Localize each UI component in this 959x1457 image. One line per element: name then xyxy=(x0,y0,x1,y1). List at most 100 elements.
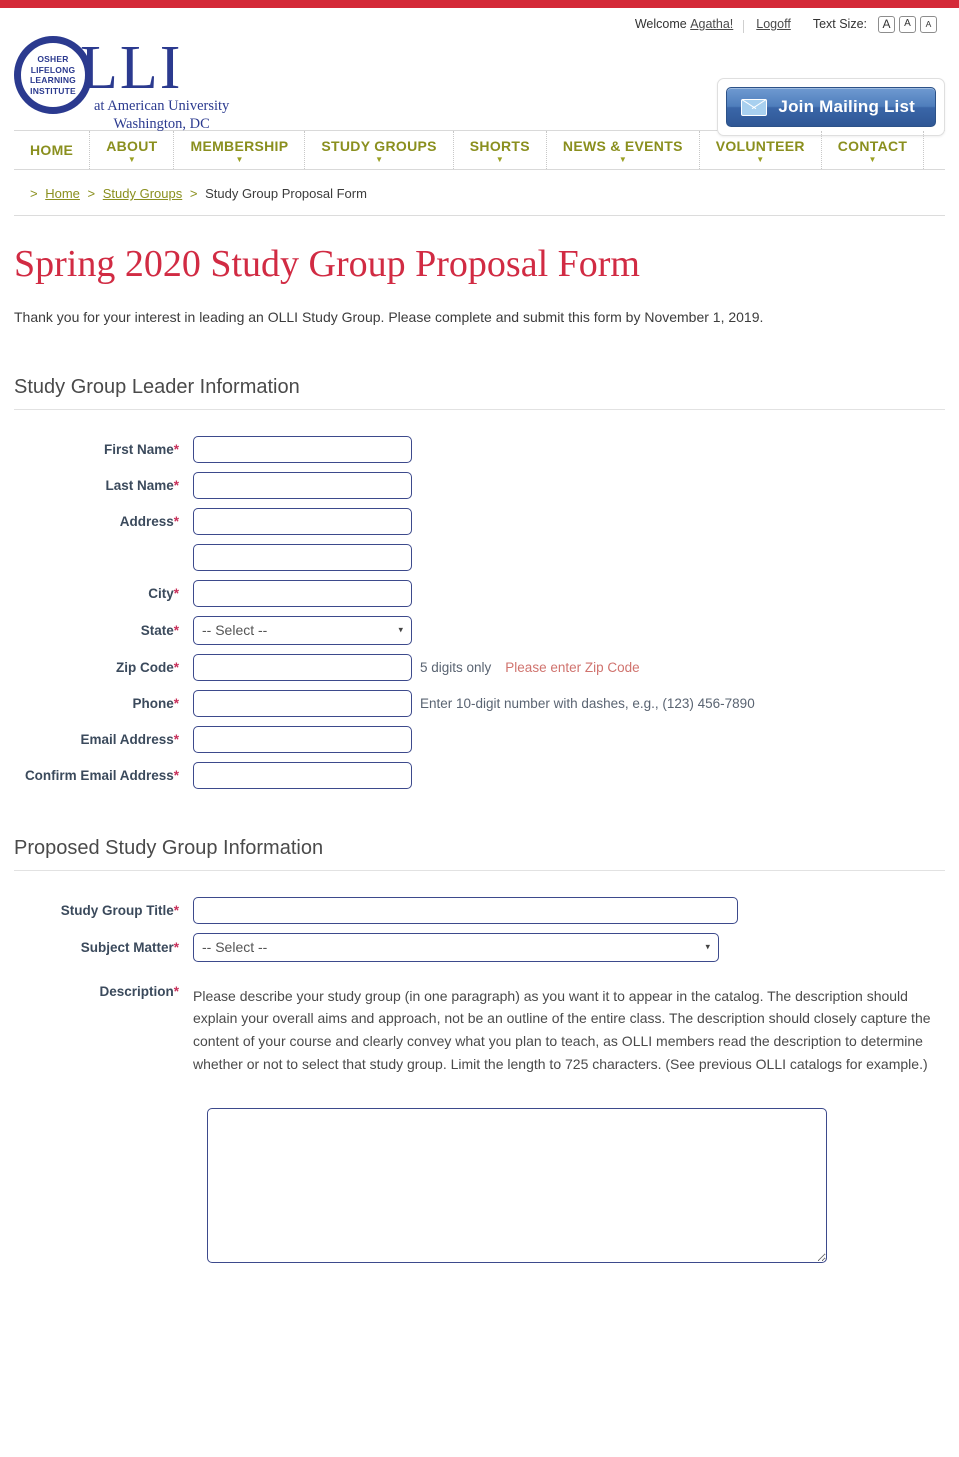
form-row-description: Description* Please describe your study … xyxy=(14,984,945,1076)
nav-item-home[interactable]: HOME xyxy=(14,131,91,169)
leader-information-form: First Name* Last Name* Address* City* St… xyxy=(14,435,945,789)
form-row-zip-code: Zip Code* 5 digits only Please enter Zip… xyxy=(14,653,945,681)
zip-code-input[interactable] xyxy=(193,653,412,681)
phone-input[interactable] xyxy=(193,689,412,717)
address-line1-input[interactable] xyxy=(193,507,412,535)
phone-field-wrap: Enter 10-digit number with dashes, e.g.,… xyxy=(193,689,755,717)
olli-logo[interactable]: OSHER LIFELONG LEARNING INSTITUTE LLI at… xyxy=(14,36,229,132)
breadcrumb-link-study-groups[interactable]: Study Groups xyxy=(103,186,183,201)
city-field-wrap xyxy=(193,579,412,607)
breadcrumb-link-home[interactable]: Home xyxy=(45,186,80,201)
nav-item-membership[interactable]: MEMBERSHIP ▼ xyxy=(174,131,306,169)
required-marker: * xyxy=(173,659,179,675)
logo-wordmark: LLI xyxy=(80,34,183,102)
envelope-icon xyxy=(741,98,768,116)
nav-item-study-groups[interactable]: STUDY GROUPS ▼ xyxy=(305,131,454,169)
text-size-small-button[interactable]: A xyxy=(920,15,937,33)
description-textarea[interactable] xyxy=(207,1108,827,1264)
utility-strip: Welcome Agatha! Logoff Text Size: A A A xyxy=(0,8,959,36)
page-intro-text: Thank you for your interest in leading a… xyxy=(14,309,764,325)
nav-item-shorts[interactable]: SHORTS ▼ xyxy=(454,131,547,169)
address-line1-field-wrap xyxy=(193,507,412,535)
nav-item-volunteer[interactable]: VOLUNTEER ▼ xyxy=(700,131,822,169)
email-address-input[interactable] xyxy=(193,725,412,753)
form-row-study-group-title: Study Group Title* xyxy=(14,896,945,924)
label-text: City xyxy=(148,585,174,601)
form-row-email-address: Email Address* xyxy=(14,725,945,753)
nav-item-news-and-events[interactable]: NEWS & EVENTS ▼ xyxy=(547,131,700,169)
label-text: Study Group Title xyxy=(60,902,174,918)
breadcrumb-current: Study Group Proposal Form xyxy=(205,186,367,201)
study-group-title-label: Study Group Title* xyxy=(14,903,193,918)
label-text: Email Address xyxy=(80,731,174,747)
required-marker: * xyxy=(173,585,179,601)
nav-item-about[interactable]: ABOUT ▼ xyxy=(90,131,175,169)
breadcrumb: > Home > Study Groups > Study Group Prop… xyxy=(14,170,945,216)
confirm-email-address-label: Confirm Email Address* xyxy=(14,768,193,783)
nav-label: NEWS & EVENTS xyxy=(562,137,683,154)
section-heading-proposed-study-group: Proposed Study Group Information xyxy=(14,837,945,871)
nav-label: VOLUNTEER xyxy=(715,137,805,154)
email-address-label: Email Address* xyxy=(14,732,193,747)
chevron-down-icon: ▼ xyxy=(235,154,244,164)
form-row-state: State* -- Select -- ▾ xyxy=(14,615,945,645)
nav-label: CONTACT xyxy=(837,137,908,154)
city-label: City* xyxy=(14,586,193,601)
form-row-subject-matter: Subject Matter* -- Select -- ▾ xyxy=(14,932,945,962)
utility-divider xyxy=(743,19,745,33)
zip-code-hint: 5 digits only xyxy=(420,659,492,675)
nav-label: ABOUT xyxy=(106,137,158,154)
logoff-link[interactable]: Logoff xyxy=(756,17,791,31)
confirm-email-address-input[interactable] xyxy=(193,761,412,789)
state-field-wrap: -- Select -- ▾ xyxy=(193,615,412,645)
join-mailing-list-button[interactable]: Join Mailing List xyxy=(726,87,936,127)
nav-item-contact[interactable]: CONTACT ▼ xyxy=(822,131,925,169)
nav-label: MEMBERSHIP xyxy=(190,137,289,154)
state-select[interactable]: -- Select -- xyxy=(193,615,412,645)
first-name-input[interactable] xyxy=(193,435,412,463)
email-address-field-wrap xyxy=(193,725,412,753)
zip-code-field-wrap: 5 digits only Please enter Zip Code xyxy=(193,653,640,681)
required-marker: * xyxy=(173,731,179,747)
city-input[interactable] xyxy=(193,579,412,607)
welcome-text: Welcome xyxy=(634,17,687,31)
chevron-down-icon: ▼ xyxy=(868,154,877,164)
chevron-down-icon: ▼ xyxy=(375,154,384,164)
phone-label: Phone* xyxy=(14,696,193,711)
label-text: Last Name xyxy=(105,477,174,493)
logo-affiliation-line2: Washington, DC xyxy=(113,116,210,132)
breadcrumb-separator: > xyxy=(87,186,96,201)
form-row-address-line1: Address* xyxy=(14,507,945,535)
required-marker: * xyxy=(173,513,179,529)
subject-matter-select-wrap: -- Select -- ▾ xyxy=(193,932,719,962)
form-row-address-line2 xyxy=(14,543,945,571)
last-name-input[interactable] xyxy=(193,471,412,499)
top-accent-bar xyxy=(0,0,959,8)
logo-wordmark-block: LLI at American University Washington, D… xyxy=(80,36,229,132)
nav-label: STUDY GROUPS xyxy=(321,137,437,154)
text-size-large-button[interactable]: A xyxy=(878,15,895,33)
text-size-medium-button[interactable]: A xyxy=(899,15,916,33)
form-row-first-name: First Name* xyxy=(14,435,945,463)
study-group-title-input[interactable] xyxy=(193,896,738,924)
form-row-confirm-email-address: Confirm Email Address* xyxy=(14,761,945,789)
logo-circle-icon: OSHER LIFELONG LEARNING INSTITUTE xyxy=(14,36,92,114)
description-label: Description* xyxy=(14,984,193,1076)
nav-label: SHORTS xyxy=(469,137,530,154)
required-marker: * xyxy=(173,622,179,638)
subject-matter-field-wrap: -- Select -- ▾ xyxy=(193,932,719,962)
address-line2-input[interactable] xyxy=(193,543,412,571)
label-text: Description xyxy=(99,983,174,999)
chevron-down-icon: ▼ xyxy=(127,154,136,164)
label-text: State xyxy=(140,622,174,638)
label-text: Zip Code xyxy=(115,659,174,675)
page-content: Spring 2020 Study Group Proposal Form Th… xyxy=(0,242,959,1264)
breadcrumb-lead-separator: > xyxy=(30,186,38,201)
zip-code-error-message: Please enter Zip Code xyxy=(505,659,640,675)
label-text: Address xyxy=(119,513,174,529)
chevron-down-icon: ▼ xyxy=(756,154,765,164)
phone-hint: Enter 10-digit number with dashes, e.g.,… xyxy=(420,695,755,711)
user-name-link[interactable]: Agatha! xyxy=(690,17,733,31)
subject-matter-select[interactable]: -- Select -- xyxy=(193,932,719,962)
